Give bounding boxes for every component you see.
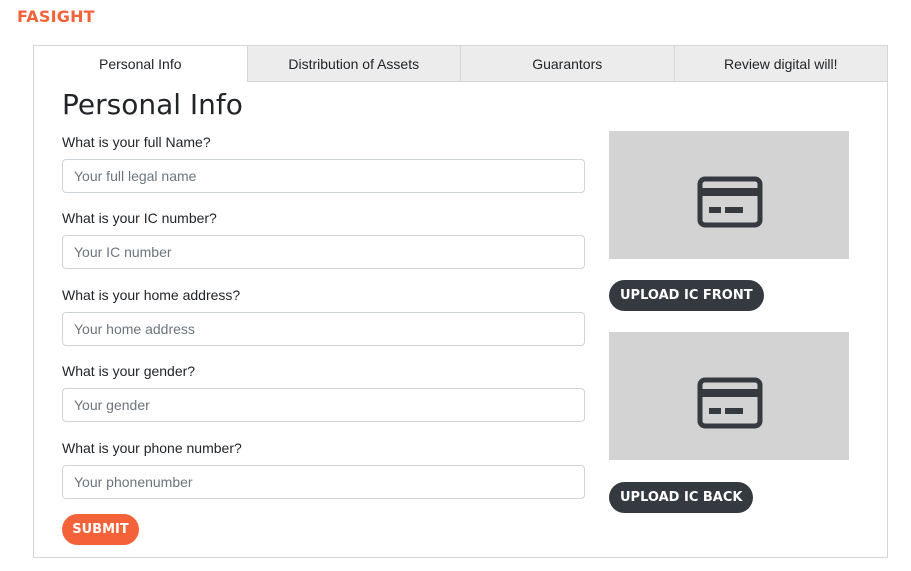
ic-front-preview: [609, 131, 849, 259]
page-title: Personal Info: [62, 88, 243, 121]
submit-button[interactable]: SUBMIT: [62, 514, 139, 545]
tab-guarantors[interactable]: Guarantors: [460, 46, 674, 82]
gender-input[interactable]: [62, 388, 585, 422]
full-name-input[interactable]: [62, 159, 585, 193]
id-card-icon: [697, 176, 763, 228]
tab-bar: Personal Info Distribution of Assets Gua…: [34, 46, 887, 82]
ic-number-input[interactable]: [62, 235, 585, 269]
tab-distribution-of-assets[interactable]: Distribution of Assets: [246, 46, 460, 82]
tab-personal-info[interactable]: Personal Info: [34, 46, 247, 82]
phone-number-label: What is your phone number?: [62, 440, 242, 456]
home-address-label: What is your home address?: [62, 287, 241, 303]
gender-label: What is your gender?: [62, 363, 196, 379]
upload-ic-back-button[interactable]: UPLOAD IC BACK: [609, 482, 754, 513]
home-address-input[interactable]: [62, 312, 585, 346]
id-card-icon: [697, 377, 763, 429]
form-panel: Personal Info Distribution of Assets Gua…: [33, 45, 888, 558]
brand-logo[interactable]: FASIGHT: [17, 7, 95, 26]
ic-back-preview: [609, 332, 849, 460]
tab-review-digital-will[interactable]: Review digital will!: [673, 46, 887, 82]
ic-number-label: What is your IC number?: [62, 210, 217, 226]
full-name-label: What is your full Name?: [62, 134, 211, 150]
upload-ic-front-button[interactable]: UPLOAD IC FRONT: [609, 280, 764, 311]
phone-number-input[interactable]: [62, 465, 585, 499]
